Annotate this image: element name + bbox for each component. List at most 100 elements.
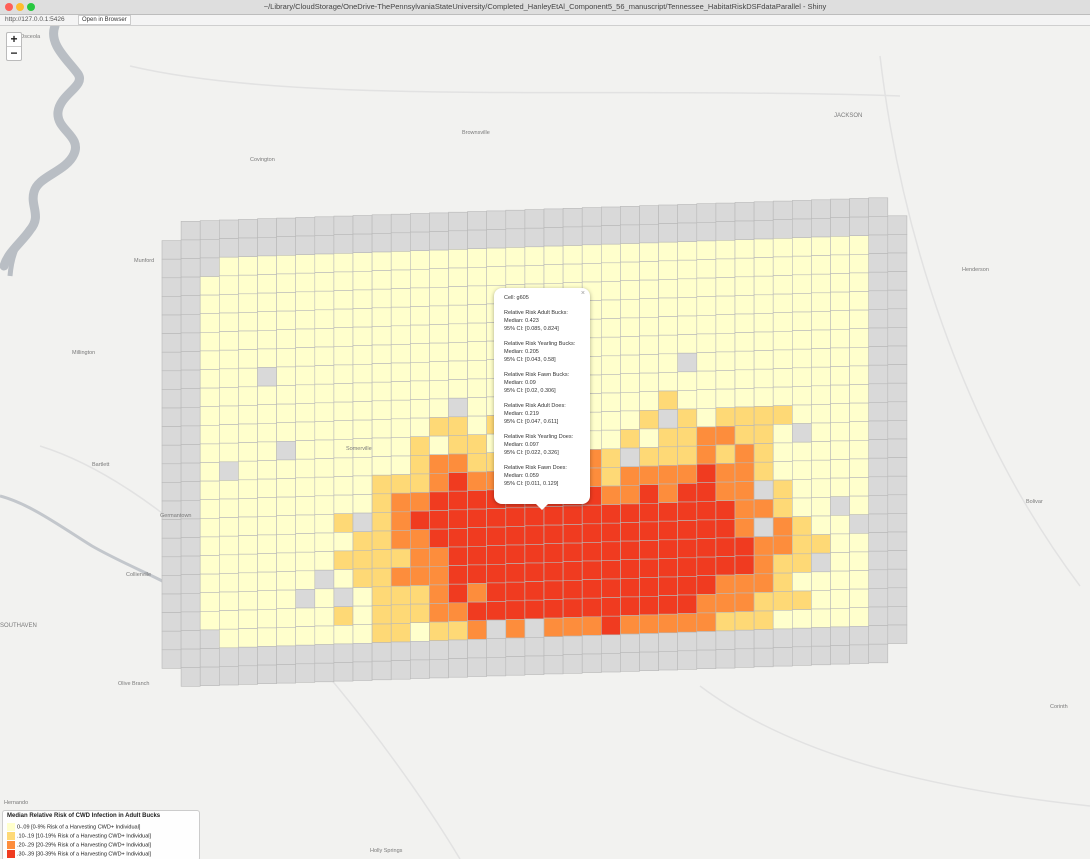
grid-cell[interactable] [333, 327, 354, 347]
grid-cell[interactable] [448, 639, 468, 659]
grid-cell[interactable] [639, 428, 659, 448]
grid-cell[interactable] [849, 625, 869, 646]
grid-cell[interactable] [429, 547, 449, 567]
grid-cell[interactable] [352, 345, 373, 365]
grid-cell[interactable] [868, 476, 889, 496]
grid-cell[interactable] [677, 594, 698, 614]
grid-cell[interactable] [448, 528, 468, 548]
grid-cell[interactable] [199, 499, 220, 519]
grid-cell[interactable] [581, 616, 602, 636]
grid-cell[interactable] [409, 417, 430, 438]
grid-cell[interactable] [467, 545, 488, 566]
grid-cell[interactable] [677, 501, 698, 521]
grid-cell[interactable] [333, 569, 354, 589]
grid-cell[interactable] [791, 293, 812, 313]
grid-cell[interactable] [600, 448, 621, 468]
grid-cell[interactable] [161, 296, 182, 316]
grid-cell[interactable] [562, 245, 583, 265]
grid-cell[interactable] [830, 589, 850, 609]
grid-cell[interactable] [314, 346, 335, 366]
grid-cell[interactable] [429, 249, 449, 270]
grid-cell[interactable] [734, 425, 755, 445]
grid-cell[interactable] [238, 609, 258, 629]
grid-cell[interactable] [486, 582, 507, 602]
grid-cell[interactable] [791, 274, 812, 294]
grid-cell[interactable] [409, 529, 430, 549]
grid-cell[interactable] [562, 561, 583, 581]
grid-cell[interactable] [791, 460, 812, 480]
grid-cell[interactable] [467, 601, 488, 621]
grid-cell[interactable] [677, 520, 698, 540]
grid-cell[interactable] [486, 638, 507, 658]
grid-cell[interactable] [238, 498, 258, 518]
grid-cell[interactable] [715, 221, 736, 241]
grid-cell[interactable] [620, 224, 640, 244]
grid-cell[interactable] [753, 629, 774, 649]
grid-cell[interactable] [352, 661, 373, 681]
grid-cell[interactable] [830, 254, 850, 274]
grid-cell[interactable] [524, 265, 545, 285]
grid-cell[interactable] [734, 257, 755, 278]
grid-cell[interactable] [830, 310, 850, 330]
grid-cell[interactable] [811, 273, 831, 294]
grid-cell[interactable] [486, 508, 507, 528]
grid-cell[interactable] [811, 627, 831, 647]
grid-cell[interactable] [811, 422, 831, 442]
grid-cell[interactable] [390, 567, 411, 587]
grid-cell[interactable] [314, 328, 335, 348]
grid-cell[interactable] [830, 291, 850, 312]
grid-cell[interactable] [849, 458, 869, 478]
grid-cell[interactable] [409, 603, 430, 623]
grid-cell[interactable] [390, 492, 411, 513]
grid-cell[interactable] [658, 409, 678, 429]
grid-cell[interactable] [715, 463, 736, 483]
grid-cell[interactable] [390, 548, 411, 568]
grid-cell[interactable] [390, 213, 411, 234]
grid-cell[interactable] [295, 347, 316, 367]
grid-cell[interactable] [238, 349, 258, 369]
grid-cell[interactable] [467, 415, 488, 436]
grid-cell[interactable] [333, 550, 354, 570]
grid-cell[interactable] [639, 279, 659, 300]
grid-cell[interactable] [581, 560, 602, 580]
grid-cell[interactable] [639, 242, 659, 262]
grid-cell[interactable] [811, 292, 831, 312]
grid-cell[interactable] [791, 200, 812, 220]
grid-cell[interactable] [180, 406, 201, 427]
grid-cell[interactable] [620, 466, 640, 486]
grid-cell[interactable] [161, 370, 182, 390]
grid-cell[interactable] [562, 524, 583, 544]
grid-cell[interactable] [677, 371, 698, 391]
grid-cell[interactable] [811, 515, 831, 535]
grid-cell[interactable] [791, 386, 812, 406]
grid-cell[interactable] [868, 234, 889, 254]
grid-cell[interactable] [753, 313, 774, 333]
grid-cell[interactable] [448, 565, 468, 585]
grid-cell[interactable] [314, 514, 335, 534]
grid-cell[interactable] [161, 407, 182, 427]
grid-cell[interactable] [830, 552, 850, 572]
grid-cell[interactable] [887, 308, 908, 328]
grid-cell[interactable] [696, 631, 717, 651]
grid-cell[interactable] [219, 535, 239, 556]
grid-cell[interactable] [696, 593, 717, 614]
grid-cell[interactable] [180, 555, 201, 575]
grid-cell[interactable] [467, 397, 488, 417]
grid-cell[interactable] [753, 350, 774, 370]
grid-cell[interactable] [409, 250, 430, 270]
grid-cell[interactable] [543, 227, 564, 247]
grid-cell[interactable] [791, 330, 812, 350]
grid-cell[interactable] [199, 573, 220, 593]
grid-cell[interactable] [257, 237, 277, 257]
grid-cell[interactable] [219, 666, 239, 686]
grid-cell[interactable] [715, 593, 736, 613]
grid-cell[interactable] [677, 278, 698, 298]
grid-cell[interactable] [390, 251, 411, 271]
grid-cell[interactable] [868, 420, 889, 440]
grid-cell[interactable] [639, 316, 659, 337]
grid-cell[interactable] [734, 629, 755, 650]
grid-cell[interactable] [620, 336, 640, 356]
grid-cell[interactable] [696, 370, 717, 391]
grid-cell[interactable] [276, 440, 297, 461]
grid-cell[interactable] [620, 559, 640, 579]
